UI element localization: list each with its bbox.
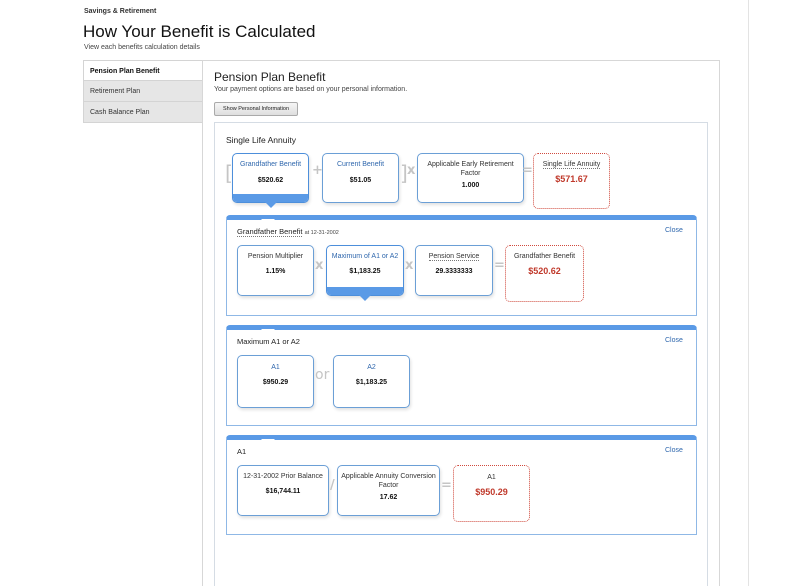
single-life-annuity-label: Single Life Annuity (542, 161, 601, 169)
sidebar-item-pension-plan[interactable]: Pension Plan Benefit (83, 60, 203, 81)
times-operator: x (405, 258, 414, 273)
grandfather-benefit-result-box: Grandfather Benefit $520.62 (505, 245, 584, 302)
pension-multiplier-value: 1.15% (265, 268, 286, 275)
page-divider (748, 0, 749, 586)
content-subtitle: Your payment options are based on your p… (214, 86, 408, 93)
equals-operator: = (494, 258, 505, 273)
grandfather-detail-title-text: Grandfather Benefit (237, 227, 303, 237)
a1-label: A1 (271, 364, 280, 371)
panel-notch (261, 329, 275, 336)
show-personal-info-button[interactable]: Show Personal Information (214, 102, 298, 116)
selected-arrow-icon (359, 295, 371, 301)
pension-service-box: Pension Service 29.3333333 (415, 245, 493, 296)
page-subtitle: View each benefits calculation details (84, 44, 200, 51)
selected-bar (327, 287, 403, 295)
max-detail-title: Maximum A1 or A2 (237, 337, 300, 346)
grandfather-detail-close-link[interactable]: Close (665, 227, 683, 234)
current-benefit-label: Current Benefit (336, 161, 385, 168)
pension-service-value: 29.3333333 (435, 268, 473, 275)
a1-box[interactable]: A1 $950.29 (237, 355, 314, 408)
grandfather-detail-title: Grandfather Benefit at 12-31-2002 (237, 227, 339, 237)
a1-value: $950.29 (262, 379, 289, 386)
prior-balance-box: 12-31-2002 Prior Balance $16,744.11 (237, 465, 329, 516)
annuity-conversion-factor-box: Applicable Annuity Conversion Factor 17.… (337, 465, 440, 516)
selected-bar (233, 194, 308, 202)
or-operator: or (315, 367, 330, 383)
pension-multiplier-box: Pension Multiplier 1.15% (237, 245, 314, 296)
times-operator: x (407, 163, 416, 178)
a1-result-box: A1 $950.29 (453, 465, 530, 522)
a2-label: A2 (367, 364, 376, 371)
pension-service-label: Pension Service (428, 253, 480, 261)
a1-result-label: A1 (487, 474, 496, 481)
content-title: Pension Plan Benefit (214, 70, 326, 84)
grandfather-benefit-result-label: Grandfather Benefit (513, 253, 576, 260)
maximum-a1-a2-label: Maximum of A1 or A2 (331, 253, 399, 260)
single-life-annuity-result-box: Single Life Annuity $571.67 (533, 153, 610, 209)
early-retirement-factor-label: Applicable Early Retirement Factor (427, 161, 514, 177)
annuity-conversion-factor-value: 17.62 (379, 494, 398, 501)
early-retirement-factor-box: Applicable Early Retirement Factor 1.000 (417, 153, 524, 203)
sidebar-item-cash-balance-plan[interactable]: Cash Balance Plan (83, 102, 203, 123)
early-retirement-factor-value: 1.000 (461, 182, 480, 189)
sidebar-item-retirement-plan[interactable]: Retirement Plan (83, 81, 203, 102)
grandfather-benefit-value: $520.62 (257, 177, 284, 184)
a2-value: $1,183.25 (355, 379, 388, 386)
divide-operator: / (330, 478, 335, 493)
maximum-a1-a2-box[interactable]: Maximum of A1 or A2 $1,183.25 (326, 245, 404, 301)
max-detail-close-link[interactable]: Close (665, 337, 683, 344)
a1-result-value: $950.29 (475, 487, 508, 497)
single-life-annuity-value: $571.67 (555, 174, 588, 184)
prior-balance-value: $16,744.11 (265, 488, 301, 495)
grandfather-benefit-result-value: $520.62 (528, 266, 561, 276)
annuity-heading: Single Life Annuity (226, 135, 296, 145)
equals-operator: = (441, 478, 452, 493)
current-benefit-value: $51.05 (349, 177, 372, 184)
equals-operator: = (522, 163, 533, 178)
grandfather-benefit-box[interactable]: Grandfather Benefit $520.62 (232, 153, 309, 208)
current-benefit-box[interactable]: Current Benefit $51.05 (322, 153, 399, 203)
a1-detail-title: A1 (237, 447, 247, 456)
panel-notch (261, 219, 275, 226)
grandfather-benefit-label: Grandfather Benefit (239, 161, 302, 168)
pension-multiplier-label: Pension Multiplier (247, 253, 304, 260)
annuity-conversion-factor-label: Applicable Annuity Conversion Factor (341, 473, 436, 489)
page-title: How Your Benefit is Calculated (83, 22, 316, 41)
prior-balance-label: 12-31-2002 Prior Balance (243, 473, 323, 480)
a2-box[interactable]: A2 $1,183.25 (333, 355, 410, 408)
grandfather-detail-date: at 12-31-2002 (304, 230, 339, 236)
section-label: Savings & Retirement (84, 8, 157, 15)
a1-detail-close-link[interactable]: Close (665, 447, 683, 454)
sidebar: Pension Plan Benefit Retirement Plan Cas… (83, 60, 203, 123)
selected-arrow-icon (264, 202, 277, 208)
maximum-a1-a2-value: $1,183.25 (349, 268, 381, 275)
panel-notch (261, 439, 275, 446)
times-operator: x (315, 258, 324, 273)
